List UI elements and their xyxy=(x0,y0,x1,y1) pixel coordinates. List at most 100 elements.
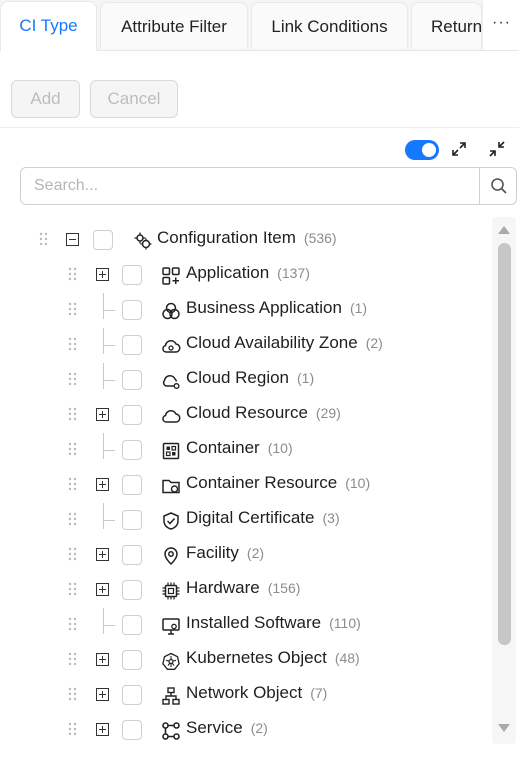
tree-checkbox[interactable] xyxy=(122,370,142,390)
drag-handle-icon[interactable] xyxy=(68,512,78,528)
tree-checkbox[interactable] xyxy=(122,475,142,495)
tree-checkbox[interactable] xyxy=(122,440,142,460)
search-icon xyxy=(491,178,507,194)
tree-node-installed-software[interactable]: Installed Software (110) xyxy=(0,608,495,643)
drag-handle-icon[interactable] xyxy=(68,617,78,633)
drag-handle-icon[interactable] xyxy=(68,372,78,388)
tree-guide-line xyxy=(103,450,115,451)
tree-node-application[interactable]: Application (137) xyxy=(0,258,495,293)
tree-node-label: Application (137) xyxy=(186,263,310,282)
tree-node-label: Container Resource (10) xyxy=(186,473,371,492)
drag-handle-icon[interactable] xyxy=(68,547,78,563)
tree-node-label: Container (10) xyxy=(186,438,293,457)
tree-node-digital-certificate[interactable]: Digital Certificate (3) xyxy=(0,503,495,538)
tab-return[interactable]: Return xyxy=(411,2,482,49)
tree-checkbox[interactable] xyxy=(122,510,142,530)
cancel-button[interactable]: Cancel xyxy=(90,80,178,118)
tree-node-facility[interactable]: Facility (2) xyxy=(0,538,495,573)
tree-node-kubernetes-object[interactable]: Kubernetes Object (48) xyxy=(0,643,495,678)
expand-all-icon[interactable] xyxy=(449,139,469,159)
expand-toggle[interactable] xyxy=(96,408,109,421)
tree-guide-line xyxy=(103,625,115,626)
drag-handle-icon[interactable] xyxy=(68,477,78,493)
tree-checkbox[interactable] xyxy=(122,405,142,425)
add-button[interactable]: Add xyxy=(11,80,80,118)
tree-node-cloud-resource[interactable]: Cloud Resource (29) xyxy=(0,398,495,433)
folder-icon xyxy=(162,479,180,494)
expand-toggle[interactable] xyxy=(96,653,109,666)
tab-bar: CI Type Attribute Filter Link Conditions… xyxy=(0,0,519,51)
collapse-toggle[interactable] xyxy=(66,233,79,246)
shield-check-icon xyxy=(163,512,179,530)
tree-node-label: Kubernetes Object (48) xyxy=(186,648,360,667)
tree-checkbox[interactable] xyxy=(122,615,142,635)
drag-handle-icon[interactable] xyxy=(68,652,78,668)
tree-node-cloud-region[interactable]: Cloud Region (1) xyxy=(0,363,495,398)
tree-checkbox[interactable] xyxy=(122,265,142,285)
location-pin-icon xyxy=(164,547,178,566)
tree-checkbox[interactable] xyxy=(122,545,142,565)
scroll-up-icon[interactable] xyxy=(498,226,510,234)
tree-node-cloud-availability-zone[interactable]: Cloud Availability Zone (2) xyxy=(0,328,495,363)
tree-guide-line xyxy=(103,293,104,319)
tab-overflow-button[interactable]: ··· xyxy=(482,0,519,50)
expand-toggle[interactable] xyxy=(96,548,109,561)
tree-node-label: Hardware (156) xyxy=(186,578,301,597)
drag-handle-icon[interactable] xyxy=(68,687,78,703)
tree-node-label: Digital Certificate (3) xyxy=(186,508,340,527)
expand-toggle[interactable] xyxy=(96,583,109,596)
tree-checkbox[interactable] xyxy=(122,335,142,355)
tree-checkbox[interactable] xyxy=(122,720,142,740)
scroll-down-icon[interactable] xyxy=(498,724,510,732)
chip-icon xyxy=(162,582,180,600)
tree-checkbox[interactable] xyxy=(122,580,142,600)
expand-toggle[interactable] xyxy=(96,723,109,736)
tree-node-container-resource[interactable]: Container Resource (10) xyxy=(0,468,495,503)
search-input[interactable] xyxy=(21,168,476,204)
tree-guide-line xyxy=(103,363,104,389)
tree-node-service[interactable]: Service (2) xyxy=(0,713,495,748)
tree-node-root[interactable]: Configuration Item (536) xyxy=(0,223,495,258)
scrollbar-thumb[interactable] xyxy=(498,243,511,645)
drag-handle-icon[interactable] xyxy=(68,302,78,318)
tree-node-label: Business Application (1) xyxy=(186,298,368,317)
tree-checkbox[interactable] xyxy=(93,230,113,250)
tree-node-label: Service (2) xyxy=(186,718,268,737)
drag-handle-icon[interactable] xyxy=(68,267,78,283)
cloud-zone-icon xyxy=(162,339,181,353)
tab-attribute-filter[interactable]: Attribute Filter xyxy=(100,2,248,49)
expand-toggle[interactable] xyxy=(96,478,109,491)
tree-node-label: Cloud Region (1) xyxy=(186,368,315,387)
tab-ci-type[interactable]: CI Type xyxy=(0,1,97,51)
drag-handle-icon[interactable] xyxy=(68,407,78,423)
tree-node-hardware[interactable]: Hardware (156) xyxy=(0,573,495,608)
tree-checkbox[interactable] xyxy=(122,650,142,670)
service-icon xyxy=(162,722,180,740)
drag-handle-icon[interactable] xyxy=(39,232,49,248)
tree-guide-line xyxy=(103,328,104,354)
expand-toggle[interactable] xyxy=(96,268,109,281)
tab-link-conditions[interactable]: Link Conditions xyxy=(251,2,408,49)
tree-guide-line xyxy=(103,345,115,346)
tree-guide-line xyxy=(103,310,115,311)
kubernetes-icon xyxy=(162,652,180,670)
expand-toggle[interactable] xyxy=(96,688,109,701)
collapse-all-icon[interactable] xyxy=(487,139,507,159)
search-button[interactable] xyxy=(479,168,518,204)
toggle-switch[interactable] xyxy=(405,140,439,160)
tree-node-label: Cloud Resource (29) xyxy=(186,403,341,422)
drag-handle-icon[interactable] xyxy=(68,722,78,738)
drag-handle-icon[interactable] xyxy=(68,337,78,353)
drag-handle-icon[interactable] xyxy=(68,582,78,598)
drag-handle-icon[interactable] xyxy=(68,442,78,458)
tree-checkbox[interactable] xyxy=(122,685,142,705)
tree-guide-line xyxy=(103,433,104,459)
tree-node-business-application[interactable]: Business Application (1) xyxy=(0,293,495,328)
tree-node-network-object[interactable]: Network Object (7) xyxy=(0,678,495,713)
tree-node-label: Facility (2) xyxy=(186,543,265,562)
tree-node-container[interactable]: Container (10) xyxy=(0,433,495,468)
search-box xyxy=(20,167,517,205)
tree-node-label: Configuration Item (536) xyxy=(157,228,337,247)
cloud-icon xyxy=(162,409,181,423)
tree-checkbox[interactable] xyxy=(122,300,142,320)
